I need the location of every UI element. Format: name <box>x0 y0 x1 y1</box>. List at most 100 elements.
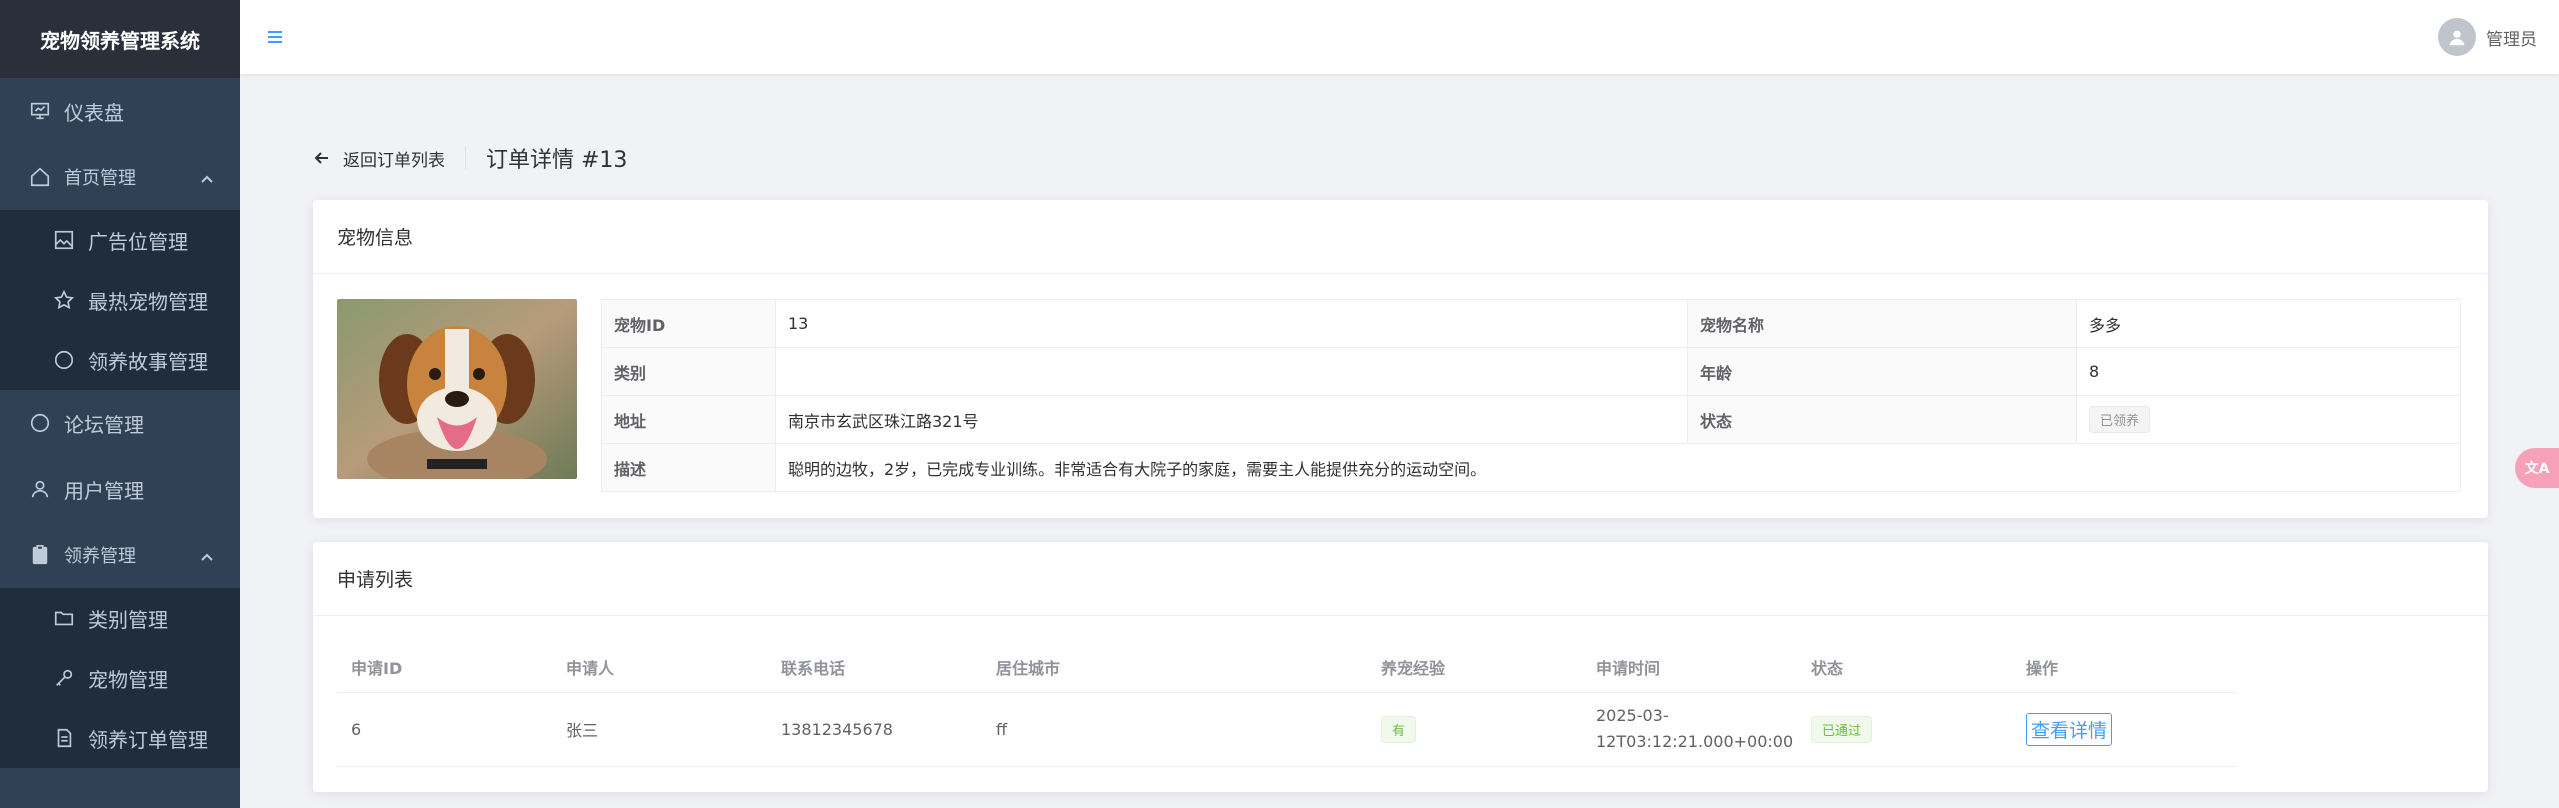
sidebar-item-label: 类别管理 <box>88 607 168 632</box>
arrow-left-icon <box>314 152 328 164</box>
desc-row: 宠物ID 13 宠物名称 多多 <box>601 299 2461 348</box>
applications-table: 申请ID 申请人 联系电话 居住城市 养宠经验 申请时间 状态 操作 6 张三 … <box>337 642 2236 767</box>
picture-icon <box>52 228 76 252</box>
value-pet-id: 13 <box>775 299 1688 348</box>
status-badge: 已通过 <box>1811 715 1873 743</box>
sidebar-item-label: 领养订单管理 <box>88 727 208 752</box>
card-title: 申请列表 <box>313 542 2488 616</box>
col-header: 联系电话 <box>767 642 982 693</box>
chat-icon <box>52 348 76 372</box>
table-header-row: 申请ID 申请人 联系电话 居住城市 养宠经验 申请时间 状态 操作 <box>337 642 2236 693</box>
chat-dots-icon <box>28 411 52 435</box>
sidebar-item-label: 广告位管理 <box>88 229 188 254</box>
col-header: 申请时间 <box>1582 642 1797 693</box>
menu-toggle-icon[interactable] <box>266 26 288 48</box>
sidebar-item-label: 仪表盘 <box>64 100 124 125</box>
sidebar-item-ad-management[interactable]: 广告位管理 <box>0 210 240 270</box>
presentation-icon <box>28 99 52 123</box>
back-button[interactable]: 返回订单列表 <box>313 146 445 171</box>
submenu-home: 广告位管理 最热宠物管理 领养故事管理 <box>0 210 240 390</box>
back-label[interactable]: 返回订单列表 <box>343 146 445 171</box>
label-category: 类别 <box>601 347 776 396</box>
sidebar-item-label: 首页管理 <box>64 168 136 189</box>
star-icon <box>52 288 76 312</box>
sidebar-item-home-management[interactable]: 首页管理 <box>0 144 240 210</box>
submenu-adoption: 类别管理 宠物管理 领养订单管理 <box>0 588 240 768</box>
view-detail-button[interactable]: 查看详情 <box>2026 712 2113 746</box>
col-header: 申请ID <box>337 642 552 693</box>
divider <box>465 147 466 169</box>
label-status: 状态 <box>1687 395 2077 444</box>
label-pet-name: 宠物名称 <box>1687 299 2077 348</box>
col-header: 居住城市 <box>982 642 1367 693</box>
sidebar-item-label: 领养管理 <box>64 546 136 567</box>
col-header: 操作 <box>2012 642 2236 693</box>
sidebar-item-label: 宠物管理 <box>88 667 168 692</box>
sidebar-item-users[interactable]: 用户管理 <box>0 456 240 522</box>
user-menu[interactable]: 管理员 <box>2438 18 2537 56</box>
sidebar-item-adoption-orders[interactable]: 领养订单管理 <box>0 708 240 768</box>
pet-descriptions: 宠物ID 13 宠物名称 多多 类别 年龄 8 地址 南京市玄武区珠江路321号… <box>601 299 2461 492</box>
sidebar: 宠物领养管理系统 仪表盘 首页管理 广告位管理 最热宠物管理 领养故事管理 论坛… <box>0 0 240 808</box>
sidebar-item-dashboard[interactable]: 仪表盘 <box>0 78 240 144</box>
col-header: 申请人 <box>552 642 767 693</box>
value-description: 聪明的边牧，2岁，已完成专业训练。非常适合有大院子的家庭，需要主人能提供充分的运… <box>775 443 2461 492</box>
table-row: 6 张三 13812345678 ff 有 2025-03- 12T03:12:2… <box>337 692 2236 767</box>
time-line2: 12T03:12:21.000+00:00 <box>1596 732 1794 751</box>
value-address: 南京市玄武区珠江路321号 <box>775 395 1688 444</box>
username[interactable]: 管理员 <box>2486 25 2537 50</box>
cell-status: 已通过 <box>1797 692 2012 767</box>
sidebar-item-categories[interactable]: 类别管理 <box>0 588 240 648</box>
value-status: 已领养 <box>2076 395 2461 444</box>
time-line1: 2025-03- <box>1596 706 1669 725</box>
applications-card: 申请列表 申请ID 申请人 联系电话 居住城市 养宠经验 申请时间 状态 操作 … <box>313 542 2488 792</box>
cell-phone: 13812345678 <box>767 692 982 767</box>
home-icon <box>28 165 52 189</box>
card-title: 宠物信息 <box>313 200 2488 274</box>
label-description: 描述 <box>601 443 776 492</box>
sidebar-item-label: 领养故事管理 <box>88 349 208 374</box>
sidebar-item-label: 最热宠物管理 <box>88 289 208 314</box>
app-logo-title: 宠物领养管理系统 <box>0 0 240 78</box>
label-address: 地址 <box>601 395 776 444</box>
value-age: 8 <box>2076 347 2461 396</box>
status-badge: 已领养 <box>2089 406 2151 433</box>
sidebar-item-adoption-stories[interactable]: 领养故事管理 <box>0 330 240 390</box>
value-category <box>775 347 1688 396</box>
document-icon <box>52 726 76 750</box>
page-header: 返回订单列表 订单详情 #13 <box>313 142 627 174</box>
key-icon <box>52 666 76 690</box>
avatar[interactable] <box>2438 18 2476 56</box>
desc-row: 地址 南京市玄武区珠江路321号 状态 已领养 <box>601 395 2461 444</box>
experience-badge: 有 <box>1381 715 1417 743</box>
col-header: 状态 <box>1797 642 2012 693</box>
cell-time: 2025-03- 12T03:12:21.000+00:00 <box>1582 692 1797 767</box>
sidebar-item-label: 用户管理 <box>64 478 144 503</box>
top-header: 管理员 <box>240 0 2559 74</box>
sidebar-item-adoption-management[interactable]: 领养管理 <box>0 522 240 588</box>
cell-id: 6 <box>337 692 552 767</box>
cell-experience: 有 <box>1367 692 1582 767</box>
chevron-up-icon <box>200 548 214 562</box>
translate-float-button[interactable]: 文A <box>2515 448 2559 488</box>
cell-city: ff <box>982 692 1367 767</box>
pet-photo <box>337 299 577 479</box>
sidebar-item-label: 论坛管理 <box>64 412 144 437</box>
cell-action: 查看详情 <box>2012 692 2236 767</box>
folder-icon <box>52 606 76 630</box>
user-icon <box>28 477 52 501</box>
col-header: 养宠经验 <box>1367 642 1582 693</box>
value-pet-name: 多多 <box>2076 299 2461 348</box>
cell-applicant: 张三 <box>552 692 767 767</box>
clipboard-icon <box>28 543 52 567</box>
sidebar-item-hot-pets[interactable]: 最热宠物管理 <box>0 270 240 330</box>
desc-row: 类别 年龄 8 <box>601 347 2461 396</box>
label-pet-id: 宠物ID <box>601 299 776 348</box>
chevron-up-icon <box>200 170 214 184</box>
label-age: 年龄 <box>1687 347 2077 396</box>
desc-row: 描述 聪明的边牧，2岁，已完成专业训练。非常适合有大院子的家庭，需要主人能提供充… <box>601 443 2461 492</box>
page-title: 订单详情 #13 <box>486 148 628 173</box>
sidebar-item-forum[interactable]: 论坛管理 <box>0 390 240 456</box>
sidebar-item-pets[interactable]: 宠物管理 <box>0 648 240 708</box>
pet-info-card: 宠物信息 宠物ID 13 宠物名称 多多 类别 年龄 8 地址 南京市玄武区珠江… <box>313 200 2488 518</box>
